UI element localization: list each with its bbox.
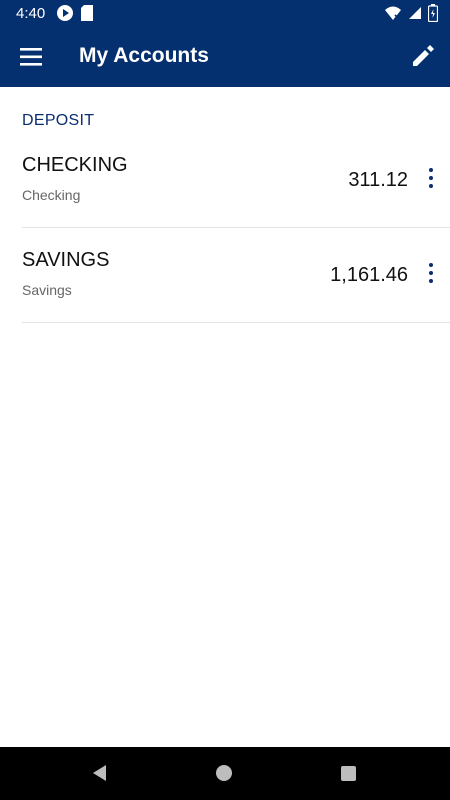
- account-type: Savings: [22, 282, 72, 298]
- home-icon[interactable]: [216, 765, 232, 781]
- status-time: 4:40: [16, 5, 46, 22]
- account-type: Checking: [22, 187, 81, 203]
- page-title: My Accounts: [79, 44, 209, 67]
- wifi-icon: [384, 5, 402, 26]
- app-bar: My Accounts: [0, 26, 450, 87]
- more-options-icon[interactable]: [424, 163, 438, 193]
- status-left-icons: [56, 4, 94, 27]
- account-name: SAVINGS: [22, 249, 110, 271]
- signal-icon: [408, 6, 422, 25]
- more-options-icon[interactable]: [424, 258, 438, 288]
- account-row-savings[interactable]: SAVINGS Savings 1,161.46: [0, 228, 450, 322]
- divider: [22, 322, 450, 323]
- system-nav-bar: [0, 747, 450, 800]
- sync-icon: [56, 4, 74, 27]
- sd-card-icon: [80, 4, 94, 27]
- recents-icon[interactable]: [341, 766, 356, 781]
- status-bar: 4:40: [0, 0, 450, 26]
- battery-charging-icon: [427, 4, 439, 27]
- status-right-icons: [384, 4, 439, 27]
- account-balance: 311.12: [348, 169, 408, 191]
- section-label-deposit: DEPOSIT: [22, 112, 95, 129]
- pencil-edit-icon[interactable]: [410, 42, 436, 68]
- account-row-checking[interactable]: CHECKING Checking 311.12: [0, 133, 450, 227]
- account-name: CHECKING: [22, 154, 128, 176]
- back-icon[interactable]: [90, 763, 110, 783]
- hamburger-menu-icon[interactable]: [18, 44, 44, 70]
- account-balance: 1,161.46: [330, 264, 408, 286]
